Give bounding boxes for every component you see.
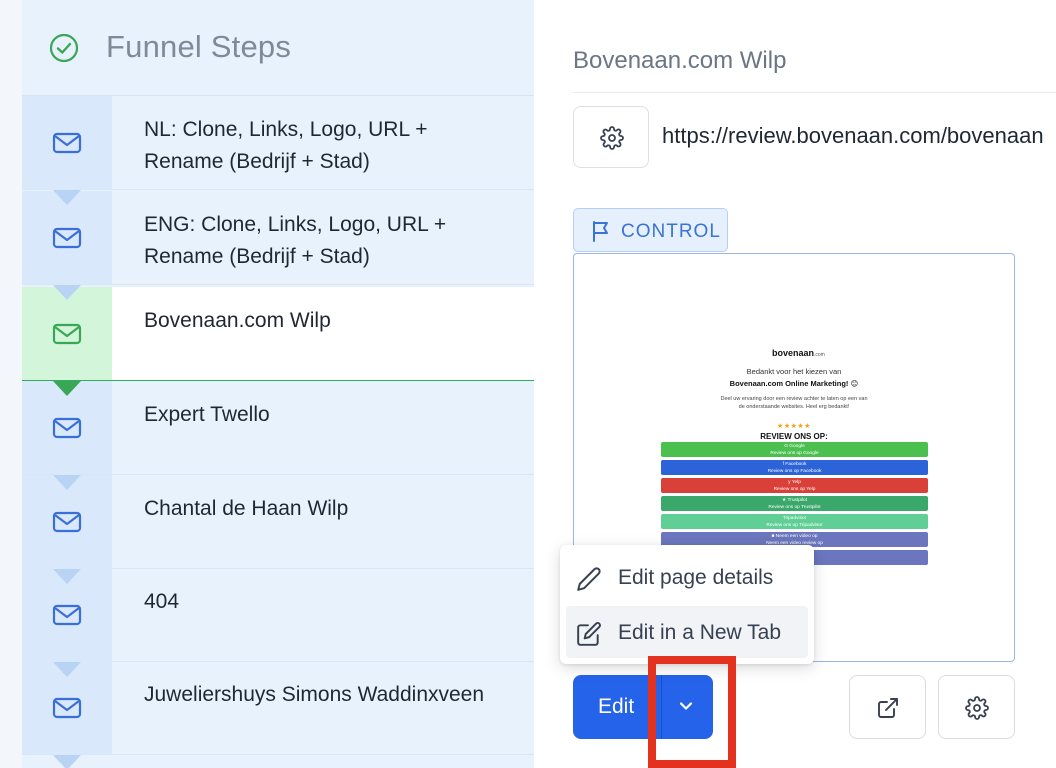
- step-label: ENG: Clone, Links, Logo, URL + Rename (B…: [144, 213, 447, 268]
- left-strip: [0, 0, 22, 768]
- step-connector-arrow: [53, 662, 81, 677]
- highlight-annotation: [648, 656, 736, 768]
- external-link-icon: [878, 698, 898, 718]
- step-label: NL: Clone, Links, Logo, URL + Rename (Be…: [144, 118, 428, 173]
- pencil-icon: [577, 567, 601, 591]
- step-label: Bovenaan.com Wilp: [144, 309, 331, 332]
- step-item[interactable]: 404: [22, 568, 534, 677]
- step-connector-arrow: [53, 755, 81, 768]
- step-label: Chantal de Haan Wilp: [144, 497, 349, 520]
- step-item-active[interactable]: Bovenaan.com Wilp: [22, 287, 534, 396]
- step-connector-arrow: [53, 381, 81, 396]
- mail-icon: [52, 697, 82, 719]
- preview-text: Bedankt voor het kiezen van: [746, 367, 842, 376]
- preview-logo: bovenaan.com: [772, 348, 825, 358]
- badge-label: CONTROL: [621, 221, 721, 242]
- menu-item-edit-new-tab[interactable]: Edit in a New Tab: [566, 606, 808, 658]
- page-url[interactable]: https://review.bovenaan.com/bovenaan: [662, 123, 1044, 149]
- preview-text: Deel uw ervaring door een review achter …: [720, 396, 868, 410]
- url-settings-button[interactable]: [573, 106, 649, 168]
- open-external-button[interactable]: [849, 675, 926, 739]
- flag-icon: [593, 221, 608, 242]
- step-item[interactable]: NL: Clone, Links, Logo, URL + Rename (Be…: [22, 96, 534, 205]
- edit-dropdown-menu: Edit page details Edit in a New Tab: [560, 545, 814, 664]
- step-connector-arrow: [53, 190, 81, 205]
- preview-review-button: ★ Trustpilot Review ons op Trustpilot: [661, 496, 928, 511]
- gear-icon: [600, 126, 624, 150]
- step-item[interactable]: Chantal de Haan Wilp: [22, 475, 534, 584]
- step-label: 404: [144, 590, 180, 613]
- mail-icon: [52, 323, 82, 345]
- check-circle-icon: [49, 33, 79, 63]
- menu-item-label: Edit in a New Tab: [618, 621, 782, 644]
- step-connector-arrow: [53, 285, 81, 300]
- page-settings-button[interactable]: [938, 675, 1015, 739]
- preview-text: Bovenaan.com Online Marketing! 😊: [729, 379, 859, 388]
- step-label: Expert Twello: [144, 403, 270, 426]
- step-item[interactable]: Expert Twello: [22, 381, 534, 490]
- preview-review-button: G Google Review ons op Google: [661, 442, 928, 457]
- mail-icon: [52, 604, 82, 626]
- preview-heading: REVIEW ONS OP:: [760, 432, 828, 441]
- step-item[interactable]: Juweliershuys Simons Waddinxveen: [22, 661, 534, 768]
- mail-icon: [52, 417, 82, 439]
- page-title: Bovenaan.com Wilp: [573, 47, 787, 74]
- preview-review-button: y Yelp Review ons op Yelp: [661, 478, 928, 493]
- control-badge: CONTROL: [573, 208, 728, 252]
- mail-icon: [52, 227, 82, 249]
- divider: [573, 92, 1056, 93]
- edit-button[interactable]: Edit: [598, 695, 634, 719]
- preview-review-button: Tripadvisor Review ons op Tripadvisor: [661, 514, 928, 529]
- funnel-editor: Funnel Steps NL: Clone, Links, Logo, URL…: [0, 0, 1056, 768]
- preview-stars: ★★★★★: [777, 423, 811, 430]
- funnel-steps-sidebar: Funnel Steps NL: Clone, Links, Logo, URL…: [22, 0, 534, 768]
- mail-icon: [52, 132, 82, 154]
- menu-item-label: Edit page details: [618, 566, 774, 589]
- preview-review-button: f Facebook Review ons op Facebook: [661, 460, 928, 475]
- sidebar-title: Funnel Steps: [106, 29, 292, 64]
- step-connector-arrow: [53, 569, 81, 584]
- menu-item-edit-page-details[interactable]: Edit page details: [566, 551, 808, 603]
- step-item[interactable]: ENG: Clone, Links, Logo, URL + Rename (B…: [22, 191, 534, 300]
- gear-icon: [965, 696, 989, 720]
- step-label: Juweliershuys Simons Waddinxveen: [144, 683, 485, 706]
- step-connector-arrow: [53, 475, 81, 490]
- mail-icon: [52, 511, 82, 533]
- edit-square-icon: [577, 622, 601, 646]
- sidebar-header: Funnel Steps: [22, 0, 534, 96]
